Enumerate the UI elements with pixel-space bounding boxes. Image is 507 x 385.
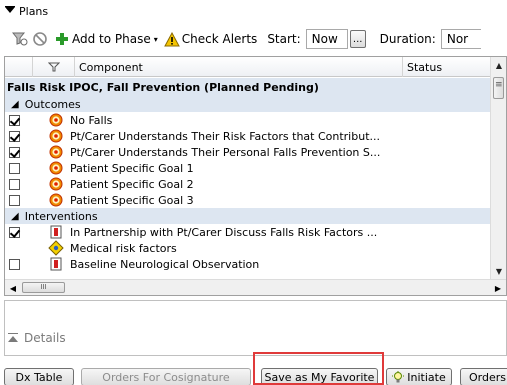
item-label: Patient Specific Goal 2 — [70, 177, 194, 191]
duration-label: Duration: — [379, 32, 436, 46]
start-input[interactable]: Now — [305, 29, 348, 49]
orders-button[interactable]: Orders — [460, 368, 507, 385]
target-icon — [48, 128, 64, 144]
item-label: Patient Specific Goal 1 — [70, 161, 194, 175]
horizontal-scrollbar[interactable]: ◀ III ▶ — [5, 279, 506, 295]
item-label: Patient Specific Goal 3 — [70, 193, 194, 207]
list-item[interactable]: No Falls — [5, 112, 491, 128]
expand-triangle-icon[interactable]: ◢ — [11, 211, 19, 222]
details-label: Details — [24, 331, 66, 345]
order-icon — [48, 256, 64, 272]
grid-header: Component Status — [5, 57, 491, 77]
scroll-up-icon[interactable]: ▲ — [491, 57, 506, 73]
cancel-icon[interactable] — [32, 31, 48, 47]
item-checkbox[interactable] — [9, 130, 20, 142]
caution-icon — [48, 240, 64, 256]
section-row-outcomes[interactable]: ◢ Outcomes — [5, 96, 491, 112]
item-checkbox[interactable] — [9, 162, 20, 174]
initiate-button[interactable]: Initiate — [386, 368, 452, 385]
details-panel: Details — [4, 300, 507, 356]
item-checkbox[interactable] — [9, 258, 20, 270]
target-icon — [48, 112, 64, 128]
scroll-left-icon[interactable]: ◀ — [5, 280, 21, 295]
dx-table-button[interactable]: Dx Table — [4, 368, 74, 385]
add-plus-icon[interactable] — [54, 31, 70, 47]
item-label: Pt/Carer Understands Their Personal Fall… — [70, 145, 381, 159]
section-row-interventions[interactable]: ◢ Interventions — [5, 208, 491, 224]
item-checkbox[interactable] — [9, 178, 20, 190]
highlight-box — [253, 352, 384, 385]
list-item[interactable]: Patient Specific Goal 1 — [5, 160, 491, 176]
expand-triangle-icon[interactable]: ◢ — [11, 99, 19, 110]
item-checkbox[interactable] — [9, 114, 20, 126]
item-label: In Partnership with Pt/Carer Discuss Fal… — [70, 225, 378, 239]
item-label: No Falls — [70, 113, 113, 127]
target-icon — [48, 144, 64, 160]
list-item[interactable]: In Partnership with Pt/Carer Discuss Fal… — [5, 224, 491, 240]
duration-input[interactable]: Nor — [440, 29, 481, 49]
scroll-down-icon[interactable]: ▼ — [491, 263, 506, 279]
collapse-arrow-icon[interactable] — [5, 7, 15, 13]
list-item[interactable]: Pt/Carer Understands Their Personal Fall… — [5, 144, 491, 160]
item-checkbox[interactable] — [9, 226, 20, 238]
column-header-component[interactable]: Component — [75, 57, 403, 77]
target-icon — [48, 192, 64, 208]
orders-for-cosignature-button[interactable]: Orders For Cosignature — [81, 368, 251, 385]
order-icon — [48, 224, 64, 240]
plans-title: Plans — [19, 4, 49, 18]
list-item[interactable]: Baseline Neurological Observation — [5, 256, 491, 272]
section-label: Outcomes — [24, 97, 81, 111]
expand-up-icon[interactable] — [8, 333, 20, 343]
plan-components-grid: Component Status Falls Risk IPOC, Fall P… — [4, 56, 507, 296]
horizontal-scroll-thumb[interactable]: III — [22, 282, 65, 293]
chevron-down-icon[interactable]: ▾ — [154, 35, 158, 44]
item-checkbox[interactable] — [9, 146, 20, 158]
target-icon — [48, 176, 64, 192]
vertical-scrollbar[interactable]: ▲ ▼ — [490, 57, 506, 279]
list-item[interactable]: Patient Specific Goal 3 — [5, 192, 491, 208]
column-header-status[interactable]: Status — [403, 57, 491, 77]
grid-rows: Falls Risk IPOC, Fall Prevention (Planne… — [5, 78, 491, 272]
item-label: Baseline Neurological Observation — [70, 257, 260, 271]
item-checkbox[interactable] — [9, 194, 20, 206]
details-toggle[interactable]: Details — [8, 331, 66, 345]
list-item[interactable]: Patient Specific Goal 2 — [5, 176, 491, 192]
plan-toolbar: Add to Phase ▾ Check Alerts Start: Now .… — [0, 26, 507, 52]
item-label: Pt/Carer Understands Their Risk Factors … — [70, 129, 380, 143]
check-alerts-button[interactable]: Check Alerts — [182, 32, 258, 46]
add-to-phase-button[interactable]: Add to Phase — [72, 32, 151, 46]
start-picker-button[interactable]: ... — [349, 30, 366, 48]
initiate-label: Initiate — [407, 370, 446, 384]
list-item[interactable]: Medical risk factors — [5, 240, 491, 256]
section-label: Interventions — [24, 209, 98, 223]
filter-icon[interactable] — [12, 31, 28, 47]
plan-title: Falls Risk IPOC, Fall Prevention (Planne… — [7, 80, 319, 94]
column-filter-icon[interactable] — [33, 57, 75, 77]
plan-title-row[interactable]: Falls Risk IPOC, Fall Prevention (Planne… — [5, 78, 491, 96]
target-icon — [48, 160, 64, 176]
lightbulb-icon — [392, 370, 405, 384]
warning-icon[interactable] — [163, 31, 180, 47]
scroll-right-icon[interactable]: ▶ — [490, 280, 506, 295]
plans-header[interactable]: Plans — [0, 0, 507, 22]
vertical-scroll-thumb[interactable] — [493, 77, 504, 99]
list-item[interactable]: Pt/Carer Understands Their Risk Factors … — [5, 128, 491, 144]
item-label: Medical risk factors — [70, 241, 177, 255]
start-label: Start: — [267, 32, 301, 46]
